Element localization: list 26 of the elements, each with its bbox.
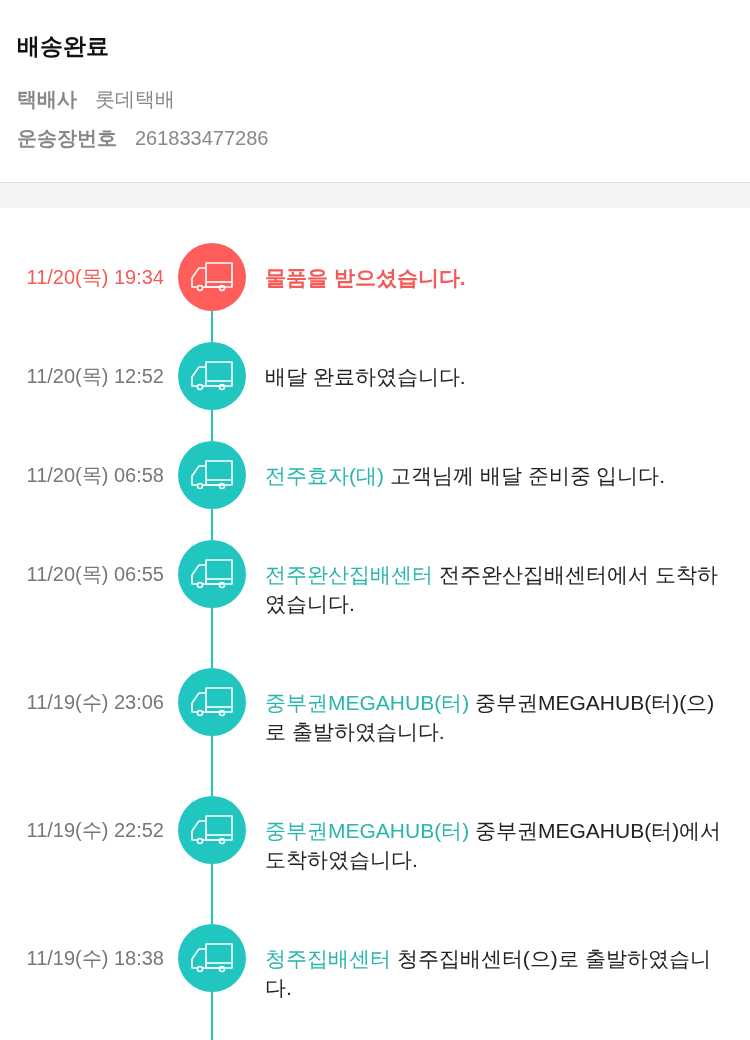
event-message: 중부권MEGAHUB(터) 중부권MEGAHUB(터)에서 도착하였습니다. bbox=[265, 818, 723, 873]
event-message: 중부권MEGAHUB(터) 중부권MEGAHUB(터)(으)로 출발하였습니다. bbox=[265, 690, 716, 745]
timeline-line bbox=[211, 608, 213, 668]
event-time: 11/20(목) 06:58 bbox=[26, 463, 164, 488]
event-time: 11/20(목) 19:34 bbox=[26, 265, 164, 290]
event-time: 11/19(수) 18:38 bbox=[26, 946, 164, 971]
timeline-line bbox=[211, 410, 213, 441]
field-value: 롯데택배 bbox=[95, 87, 175, 112]
event-time: 11/20(목) 12:52 bbox=[26, 364, 164, 389]
field-value: 261833477286 bbox=[135, 126, 269, 151]
event-time: 11/19(수) 23:06 bbox=[26, 690, 164, 715]
timeline-line bbox=[211, 311, 213, 342]
event-message: 청주집배센터 청주집배센터(으)로 출발하였습니다. bbox=[265, 946, 712, 1001]
event-time: 11/20(목) 06:55 bbox=[26, 562, 164, 587]
timeline-line bbox=[211, 864, 213, 924]
event-time: 11/19(수) 22:52 bbox=[26, 818, 164, 843]
timeline-line bbox=[211, 736, 213, 796]
event-message: 배달 완료하였습니다. bbox=[265, 364, 467, 390]
event-message: 전주효자(대) 고객님께 배달 준비중 입니다. bbox=[265, 463, 667, 489]
field-label: 택배사 bbox=[17, 87, 77, 112]
event-message: 물품을 받으셨습니다. bbox=[265, 265, 467, 291]
status-title: 배송완료 bbox=[17, 32, 110, 61]
event-message: 전주완산집배센터 전주완산집배센터에서 도착하였습니다. bbox=[265, 562, 719, 617]
field-label: 운송장번호 bbox=[17, 126, 117, 151]
timeline-line bbox=[211, 992, 213, 1040]
timeline-line bbox=[211, 509, 213, 540]
